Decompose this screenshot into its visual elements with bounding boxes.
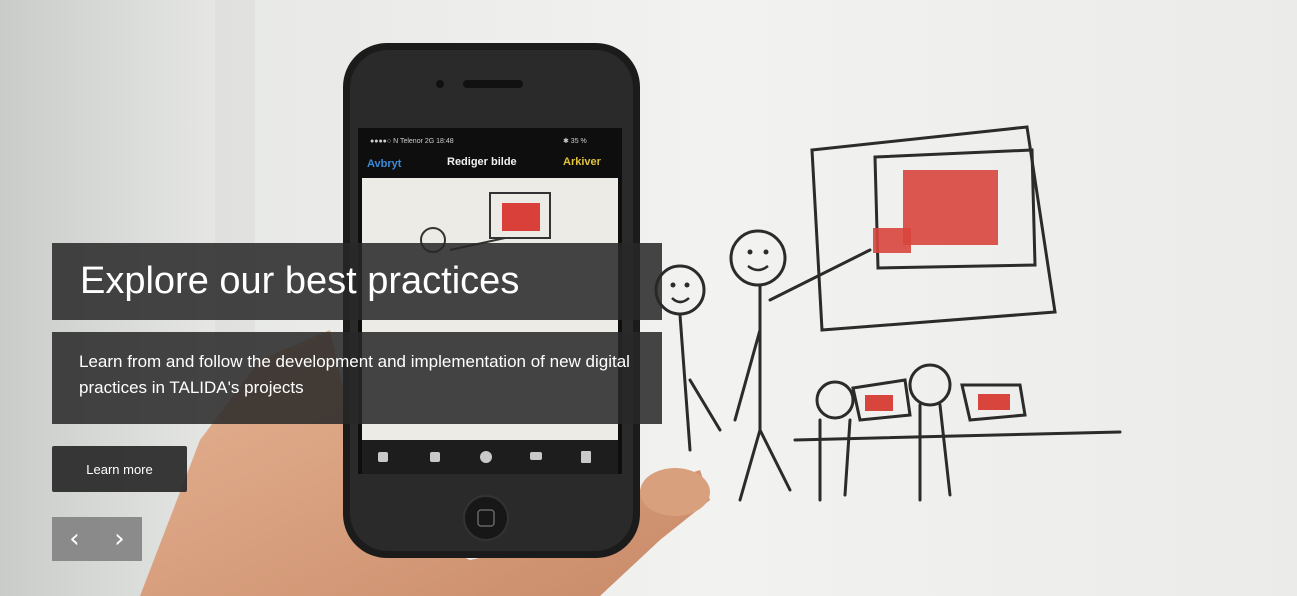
slider-navigation: ‹ › [52,517,142,561]
learn-more-button[interactable]: Learn more [52,446,187,492]
svg-text:Rediger bilde: Rediger bilde [447,156,517,168]
next-slide-icon[interactable]: › [97,517,142,561]
previous-slide-icon[interactable]: ‹ [52,517,97,561]
svg-text:Avbryt: Avbryt [367,158,402,170]
slide-title-box: Explore our best practices [52,243,662,320]
slide-description: Learn from and follow the development an… [79,352,630,397]
svg-text:●●●●○ N Telenor 2G 18:48: ●●●●○ N Telenor 2G 18:48 [370,138,454,145]
svg-text:✱ 35 %: ✱ 35 % [563,137,587,145]
slide-description-box: Learn from and follow the development an… [52,332,662,424]
svg-text:Arkiver: Arkiver [563,156,602,168]
hero-slider: ●●●●○ N Telenor 2G 18:48 ✱ 35 % Avbryt R… [0,0,1297,596]
slide-title: Explore our best practices [80,260,520,302]
